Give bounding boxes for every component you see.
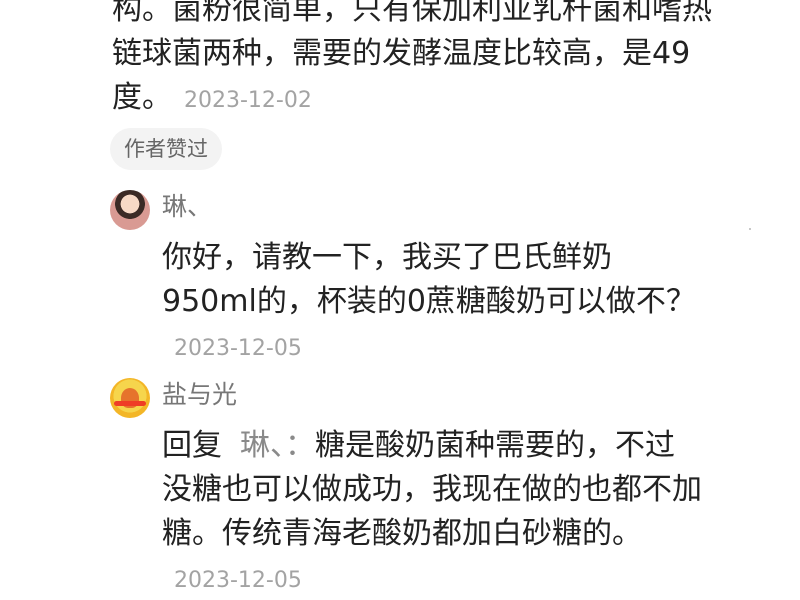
reply-date: 2023-12-05 — [174, 336, 302, 361]
profile-photo-icon[interactable] — [110, 190, 150, 230]
author-liked-badge: 作者赞过 — [110, 128, 222, 170]
reply-author-name[interactable]: 琳、 — [162, 192, 212, 222]
reply-prefix: 回复 — [162, 428, 222, 463]
reply-target-user[interactable]: 琳、： — [240, 428, 315, 463]
reply-text: 你好，请教一下，我买了巴氏鲜奶950ml的，杯装的0蔗糖酸奶可以做不？ — [162, 240, 696, 319]
reply-content: 回复 琳、：糖是酸奶菌种需要的，不过没糖也可以做成功，我现在做的也都不加糖。传统青… — [162, 424, 702, 600]
yellow-cartoon-avatar-icon[interactable] — [110, 378, 150, 418]
comment-thread: 构。菌粉很简单，只有保加利亚乳杆菌和嗜热链球菌两种，需要的发酵温度比较高，是49… — [0, 0, 800, 600]
top-comment: 构。菌粉很简单，只有保加利亚乳杆菌和嗜热链球菌两种，需要的发酵温度比较高，是49… — [112, 0, 732, 123]
reply-date: 2023-12-05 — [174, 568, 302, 593]
reply-author-name[interactable]: 盐与光 — [162, 380, 237, 410]
top-comment-date: 2023-12-02 — [184, 88, 312, 113]
reply-content: 你好，请教一下，我买了巴氏鲜奶950ml的，杯装的0蔗糖酸奶可以做不？ 2023-… — [162, 236, 702, 371]
decorative-dot — [749, 228, 751, 230]
